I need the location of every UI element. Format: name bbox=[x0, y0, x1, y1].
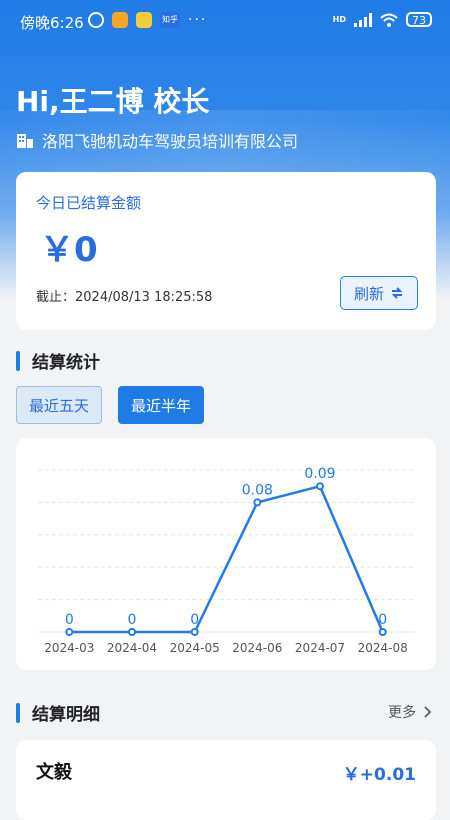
detail-item-amount: ￥+0.01 bbox=[342, 765, 416, 785]
chart-data-point bbox=[316, 482, 324, 491]
chart-data-point bbox=[378, 628, 387, 636]
today-settlement-card: 今日已结算金额 ￥0 截止：2024/08/13 18:25:58 刷新 bbox=[16, 172, 436, 330]
school-name-row: 洛阳飞驰机动车驾驶员培训有限公司 bbox=[16, 128, 298, 152]
chart-data-point bbox=[253, 498, 262, 507]
stats-section-header: 结算统计 bbox=[16, 348, 100, 373]
detail-section-header: 结算明细 bbox=[16, 700, 100, 725]
status-notification-icons: 知乎 ··· bbox=[88, 12, 207, 28]
section-accent-bar bbox=[16, 702, 20, 723]
section-accent-bar bbox=[16, 350, 20, 371]
chart-x-tick-label: 2024-06 bbox=[232, 641, 282, 655]
zhihu-app-icon: 知乎 bbox=[160, 12, 180, 28]
battery-icon: 73 bbox=[406, 12, 432, 27]
chart-data-label: 0 bbox=[378, 612, 387, 628]
chevron-right-icon bbox=[424, 706, 432, 718]
deadline-time: 截止：2024/08/13 18:25:58 bbox=[36, 290, 213, 305]
today-amount-value: ￥0 bbox=[40, 230, 98, 270]
greeting-title: Hi,王二博 校长 bbox=[16, 85, 210, 118]
chart-data-label: 0 bbox=[190, 612, 199, 628]
status-bar: 傍晚6:26 知乎 ··· HD 73 bbox=[0, 0, 450, 44]
chart-data-point bbox=[65, 628, 74, 636]
more-link[interactable]: 更多 bbox=[388, 702, 432, 722]
app-notification-icon bbox=[136, 12, 152, 28]
status-time: 傍晚6:26 bbox=[20, 14, 84, 32]
chart-data-point bbox=[128, 628, 136, 636]
alarm-icon bbox=[88, 12, 104, 28]
chart-x-tick-label: 2024-07 bbox=[295, 641, 345, 655]
today-amount-label: 今日已结算金额 bbox=[36, 194, 142, 212]
school-name: 洛阳飞驰机动车驾驶员培训有限公司 bbox=[42, 132, 299, 151]
chart-series-line bbox=[69, 484, 384, 634]
refresh-icon bbox=[391, 287, 403, 299]
status-system-icons: HD 73 bbox=[333, 12, 432, 27]
chart-data-label: 0.09 bbox=[304, 466, 335, 482]
detail-item-name: 文毅 bbox=[36, 762, 72, 783]
notes-app-icon bbox=[112, 12, 128, 28]
tab-last-half-year[interactable]: 最近半年 bbox=[118, 386, 204, 424]
refresh-button[interactable]: 刷新 bbox=[340, 276, 418, 310]
settlement-line-chart: 0 0 0 0.08 0.09 0 2024-03 2024-04 2024-05 2024-06… bbox=[38, 466, 414, 655]
stats-section-title: 结算统计 bbox=[32, 353, 100, 373]
detail-section-title: 结算明细 bbox=[32, 705, 100, 725]
chart-data-label: 0 bbox=[128, 612, 137, 628]
chart-data-label: 0 bbox=[65, 612, 74, 628]
chart-data-label: 0.08 bbox=[242, 482, 273, 498]
chart-data-point bbox=[190, 628, 199, 636]
chart-x-tick-label: 2024-03 bbox=[44, 641, 94, 655]
detail-list-item[interactable]: 文毅 ￥+0.01 bbox=[16, 740, 436, 820]
chart-x-tick-label: 2024-04 bbox=[107, 641, 157, 655]
refresh-button-label: 刷新 bbox=[353, 284, 384, 303]
settlement-chart-card: 0 0 0 0.08 0.09 0 2024-03 2024-04 2024-05 2024-06… bbox=[16, 438, 436, 670]
chart-x-tick-label: 2024-08 bbox=[358, 641, 408, 655]
more-notifications-icon: ··· bbox=[188, 12, 208, 28]
tab-last-five-days[interactable]: 最近五天 bbox=[16, 386, 102, 424]
more-link-label: 更多 bbox=[388, 705, 416, 721]
building-icon bbox=[17, 134, 33, 148]
signal-icon bbox=[354, 12, 372, 27]
hd-indicator: HD bbox=[332, 14, 346, 24]
wifi-icon bbox=[380, 13, 398, 27]
chart-x-tick-label: 2024-05 bbox=[170, 641, 220, 655]
